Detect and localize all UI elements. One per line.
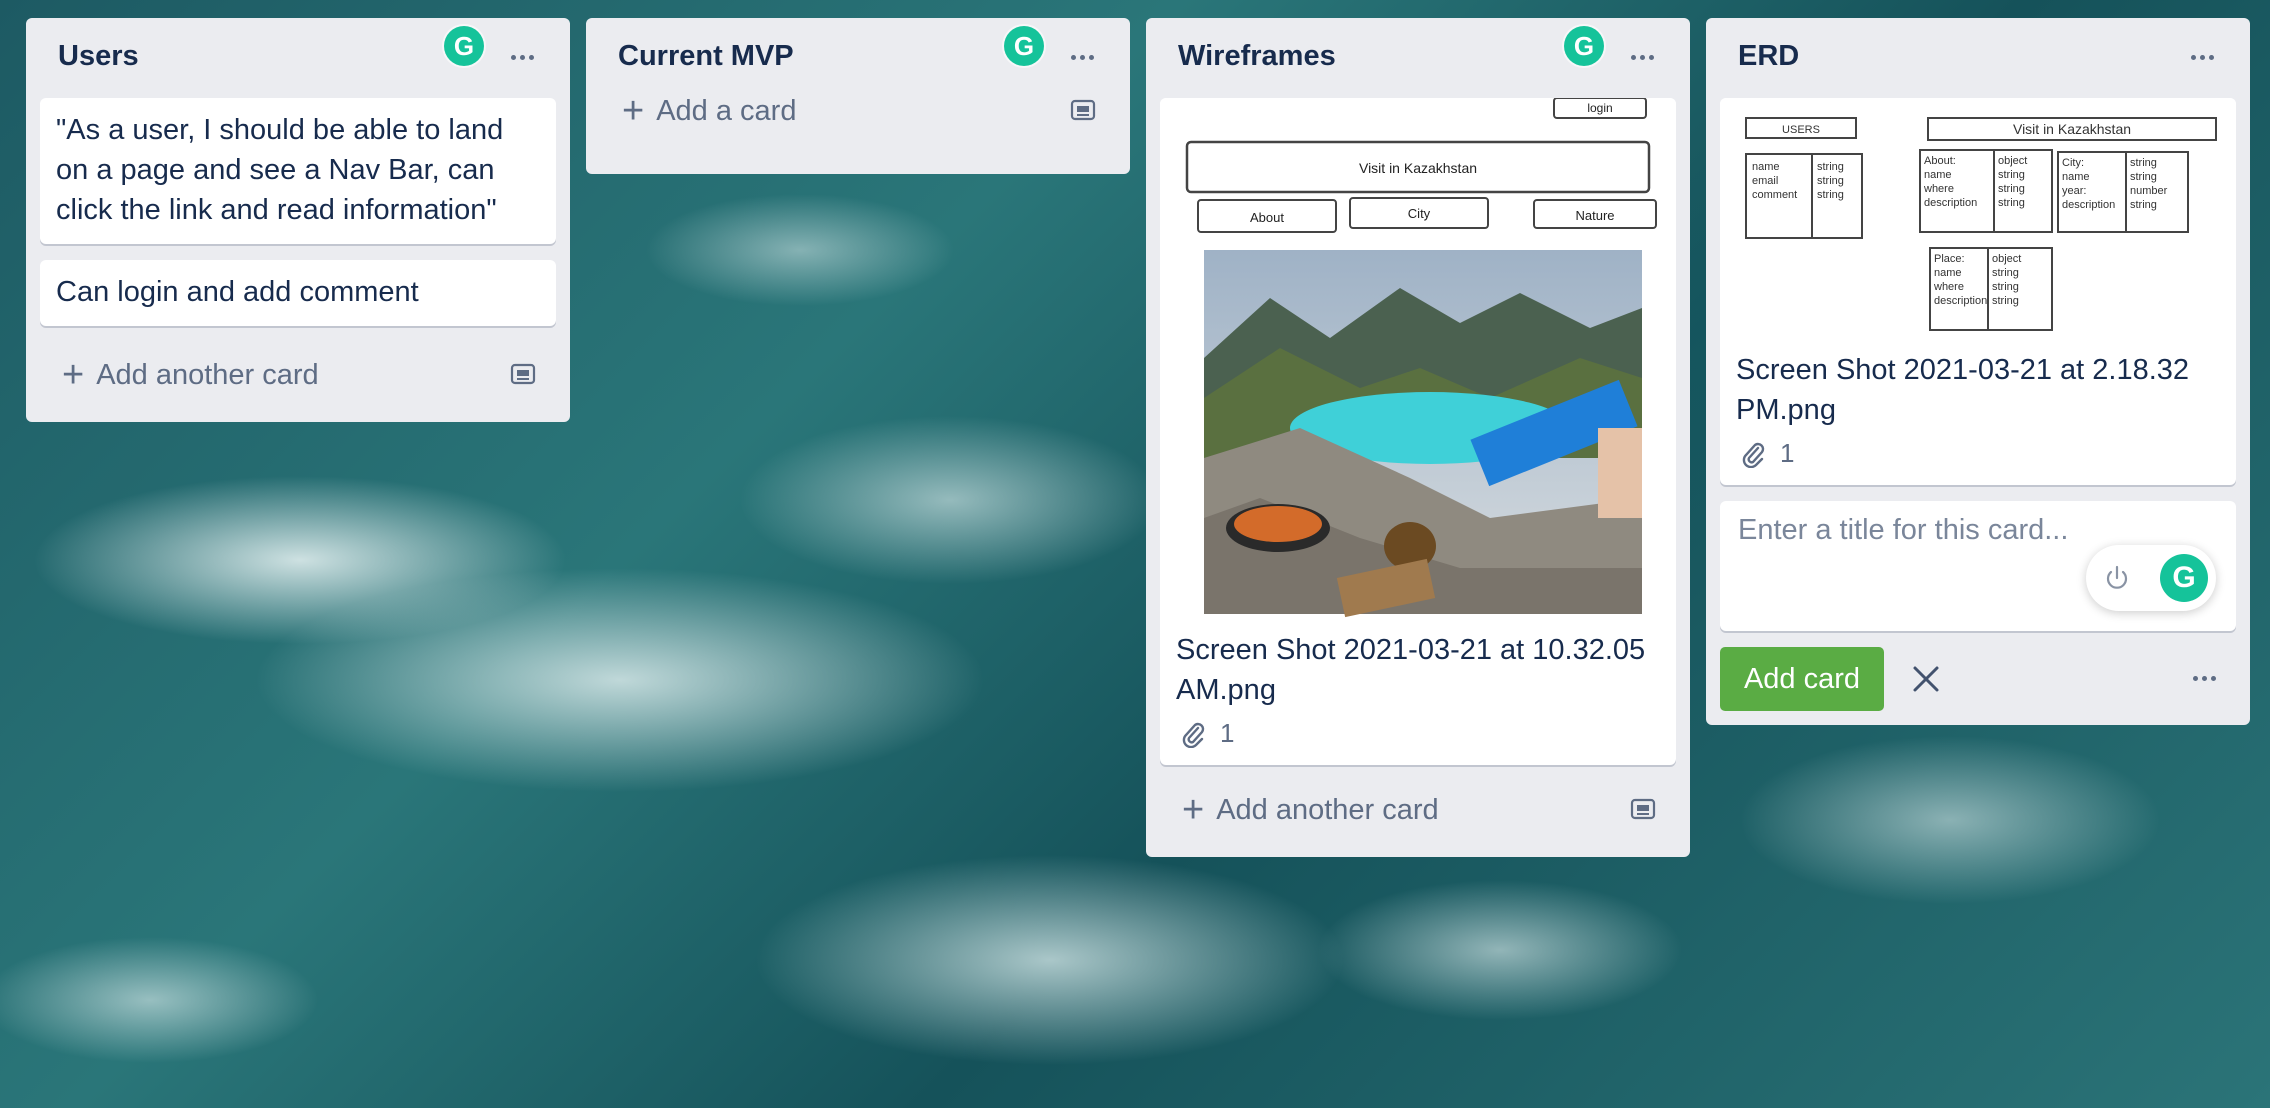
template-card-icon[interactable] — [510, 362, 536, 386]
card-title-input[interactable] — [1736, 513, 2220, 548]
attachment-count: 1 — [1220, 718, 1235, 748]
list-title[interactable]: Current MVP — [618, 40, 794, 73]
card-cover-image: login Visit in Kazakhstan About City Nat… — [1160, 98, 1676, 618]
card-title: Can login and add comment — [56, 276, 419, 308]
list-users: Users G "As a user, I should be able to … — [26, 18, 570, 422]
grammarly-icon[interactable]: G — [1564, 26, 1604, 66]
add-card-label: Add a card — [656, 94, 797, 127]
grammarly-widget[interactable]: G — [2086, 545, 2216, 611]
list-card[interactable]: Can login and add comment — [40, 260, 556, 326]
add-card-submit-button[interactable]: Add card — [1720, 647, 1884, 711]
wire-nav-about: About — [1250, 210, 1284, 225]
add-card-label: Add another card — [1216, 793, 1439, 826]
composer-controls: Add card — [1720, 647, 2236, 711]
power-icon[interactable] — [2102, 563, 2132, 593]
attachment-badge: 1 — [1160, 718, 1676, 765]
wireframe-image: login Visit in Kazakhstan About City Nat… — [1185, 98, 1657, 618]
list-header: ERD — [1720, 18, 2236, 98]
erd-users-title: USERS — [1782, 124, 1820, 136]
add-card-label: Add another card — [96, 358, 319, 391]
card-cover-image: USERS name email comment string string strin… — [1720, 98, 2236, 338]
attachment-count: 1 — [1780, 438, 1795, 468]
composer-options-dots-icon[interactable] — [2184, 663, 2224, 693]
plus-icon: + — [1182, 789, 1205, 831]
grammarly-icon[interactable]: G — [1004, 26, 1044, 66]
card-composer: G — [1720, 501, 2236, 631]
close-icon[interactable] — [1910, 663, 1942, 695]
erd-diagram-image: USERS name email comment string string strin… — [1745, 117, 2217, 331]
more-dots-icon[interactable] — [1622, 42, 1662, 72]
grammarly-icon[interactable]: G — [2160, 554, 2208, 602]
more-dots-icon[interactable] — [502, 42, 542, 72]
card-title: Screen Shot 2021-03-21 at 10.32.05 AM.pn… — [1176, 634, 1646, 706]
list-header: Users G — [40, 18, 556, 98]
wire-login-label: login — [1587, 101, 1612, 115]
template-card-icon[interactable] — [1070, 98, 1096, 122]
list-erd: ERD USERS name email comment string string s… — [1706, 18, 2250, 725]
list-title[interactable]: Users — [58, 40, 139, 73]
wire-banner-label: Visit in Kazakhstan — [1359, 160, 1477, 176]
paperclip-icon — [1742, 442, 1765, 468]
add-card-button[interactable]: + Add a card — [600, 78, 1116, 144]
plus-icon: + — [62, 354, 85, 396]
list-card[interactable]: login Visit in Kazakhstan About City Nat… — [1160, 98, 1676, 765]
card-title: Screen Shot 2021-03-21 at 2.18.32 PM.png — [1736, 354, 2190, 426]
grammarly-icon[interactable]: G — [444, 26, 484, 66]
erd-visit-title: Visit in Kazakhstan — [2013, 121, 2131, 137]
list-title[interactable]: Wireframes — [1178, 40, 1336, 73]
attachment-badge: 1 — [1720, 438, 2236, 485]
plus-icon: + — [622, 90, 645, 132]
add-another-card-button[interactable]: + Add another card — [40, 342, 556, 408]
list-title[interactable]: ERD — [1738, 40, 1799, 73]
erd-users-types: string string string — [1817, 161, 1844, 201]
list-header: Wireframes G — [1160, 18, 1676, 98]
card-title: "As a user, I should be able to land on … — [56, 114, 504, 226]
template-card-icon[interactable] — [1630, 797, 1656, 821]
wire-nav-city: City — [1408, 206, 1431, 221]
list-current-mvp: Current MVP G + Add a card — [586, 18, 1130, 174]
list-wireframes: Wireframes G login Visit in Kazakhstan A… — [1146, 18, 1690, 857]
wire-nav-nature: Nature — [1575, 208, 1614, 223]
more-dots-icon[interactable] — [1062, 42, 1102, 72]
more-dots-icon[interactable] — [2182, 42, 2222, 72]
add-another-card-button[interactable]: + Add another card — [1160, 777, 1676, 843]
list-card[interactable]: "As a user, I should be able to land on … — [40, 98, 556, 244]
paperclip-icon — [1182, 722, 1205, 748]
list-card[interactable]: USERS name email comment string string strin… — [1720, 98, 2236, 485]
